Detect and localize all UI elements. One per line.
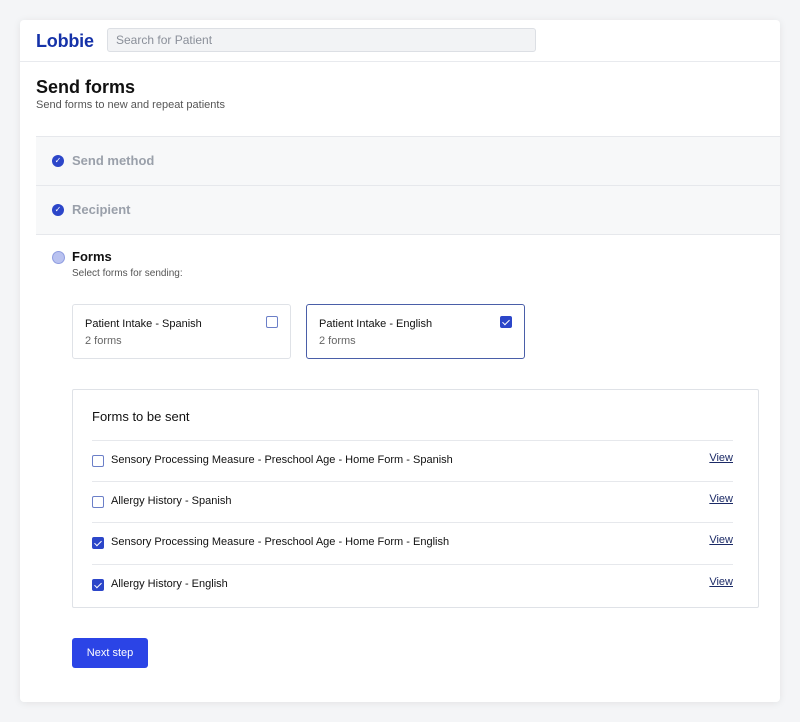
view-link[interactable]: View [709,576,733,588]
page-subtitle: Send forms to new and repeat patients [36,99,225,111]
step-hint: Select forms for sending: [72,268,183,279]
form-list-item: Sensory Processing Measure - Preschool A… [92,522,733,563]
view-link[interactable]: View [709,452,733,464]
forms-to-be-sent-panel: Forms to be sent Sensory Processing Meas… [72,389,759,608]
form-option-count: 2 forms [85,335,122,347]
form-item-label: Sensory Processing Measure - Preschool A… [111,536,450,548]
form-option-count: 2 forms [319,335,356,347]
current-step-circle-icon [52,251,65,264]
checkbox-empty-icon[interactable] [92,496,104,508]
form-option-name: Patient Intake - English [319,318,433,330]
step-send-method[interactable]: ✓ Send method [36,136,780,185]
form-list-item: Allergy History - Spanish View [92,481,733,522]
checkbox-empty-icon[interactable] [92,455,104,467]
form-item-label: Sensory Processing Measure - Preschool A… [111,454,453,466]
checkbox-checked-icon[interactable] [92,537,104,549]
form-option-patient-intake-english[interactable]: Patient Intake - English 2 forms [306,304,525,359]
checkbox-empty-icon[interactable] [266,316,278,328]
step-label: Send method [72,153,155,168]
view-link[interactable]: View [709,493,733,505]
step-forms: Forms Select forms for sending: [36,234,780,314]
form-item-label: Allergy History - Spanish [111,495,232,507]
view-link[interactable]: View [709,534,733,546]
form-option-patient-intake-spanish[interactable]: Patient Intake - Spanish 2 forms [72,304,291,359]
form-list-item: Allergy History - English View [92,564,733,605]
checkbox-checked-icon[interactable] [500,316,512,328]
page-title: Send forms [36,77,136,97]
form-item-label: Allergy History - English [111,578,228,590]
check-circle-icon: ✓ [52,204,64,216]
step-label: Recipient [72,202,131,217]
app-logo[interactable]: Lobbie [36,31,94,52]
panel-title: Forms to be sent [92,409,190,424]
step-label: Forms [72,249,112,264]
next-step-button[interactable]: Next step [72,638,148,668]
checkbox-checked-icon[interactable] [92,579,104,591]
form-option-name: Patient Intake - Spanish [85,318,202,330]
patient-search-input[interactable] [107,28,536,52]
send-forms-card: Lobbie Send forms Send forms to new and … [20,20,780,702]
top-bar: Lobbie [20,20,780,62]
step-recipient[interactable]: ✓ Recipient [36,185,780,234]
check-circle-icon: ✓ [52,155,64,167]
form-list-item: Sensory Processing Measure - Preschool A… [92,440,733,481]
